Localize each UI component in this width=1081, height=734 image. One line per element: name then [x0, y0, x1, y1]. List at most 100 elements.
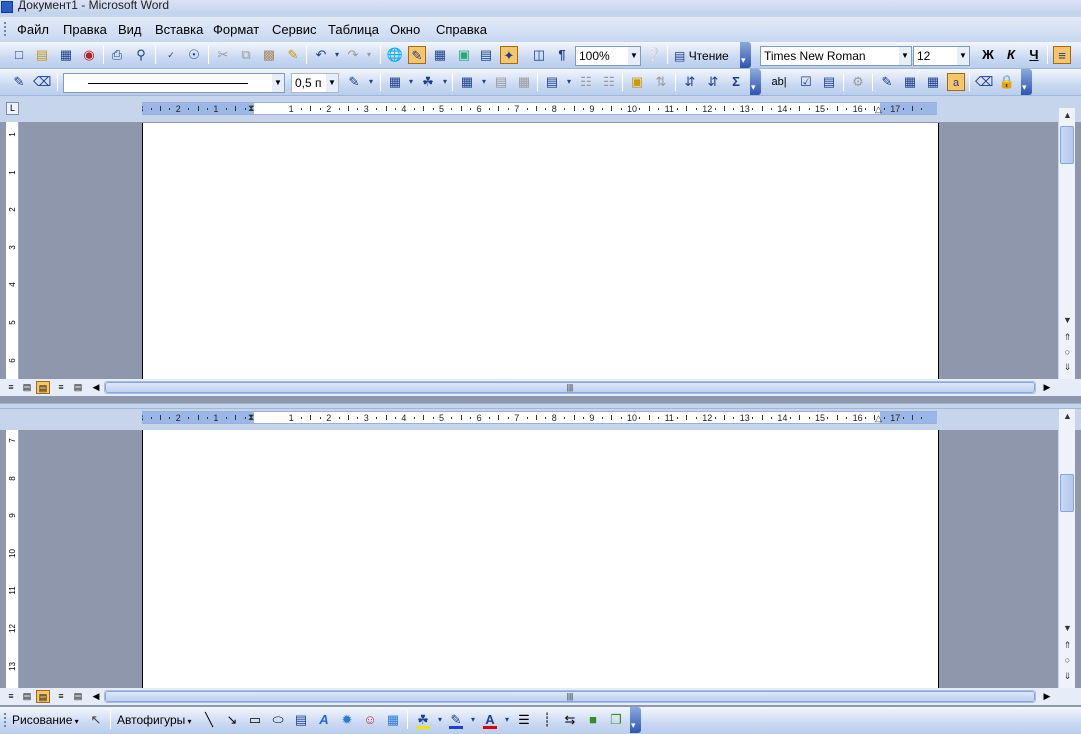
toolbar-options-chevron[interactable] [630, 707, 641, 733]
print-preview-icon[interactable]: ⚲ [132, 46, 150, 64]
italic-button[interactable]: К [1002, 46, 1020, 64]
split-cells-icon[interactable]: ▦ [515, 73, 533, 91]
chevron-down-icon[interactable]: ▾ [402, 73, 420, 91]
autosum-button[interactable]: Σ [727, 73, 745, 91]
menu-grip[interactable] [4, 22, 7, 36]
clip-art-icon[interactable]: ☺ [361, 711, 379, 729]
text-box-icon[interactable]: ▤ [292, 711, 310, 729]
hyperlink-icon[interactable]: 🌐 [386, 46, 404, 64]
chevron-down-icon[interactable]: ▾ [475, 73, 493, 91]
chevron-down-icon[interactable]: ▾ [464, 711, 482, 729]
draw-table-form-icon[interactable]: ✎ [878, 73, 896, 91]
chevron-down-icon[interactable]: ▾ [560, 73, 578, 91]
scroll-down-icon[interactable]: ▼ [1059, 621, 1076, 635]
menu-format[interactable]: Формат [213, 22, 259, 37]
distribute-columns-icon[interactable]: ☷ [600, 73, 618, 91]
new-icon[interactable]: □ [10, 46, 28, 64]
web-view-icon[interactable]: ▤ [20, 690, 34, 703]
indent-marker-icon[interactable]: ⧗ [248, 103, 254, 113]
scroll-right-icon[interactable]: ▶ [1040, 381, 1054, 394]
horizontal-scroll-thumb[interactable]: ||| [105, 691, 1035, 702]
text-direction-icon[interactable]: ⇅ [652, 73, 670, 91]
horizontal-ruler-top[interactable]: 3211234567891011121314151617⧗△ [142, 102, 937, 115]
menu-edit[interactable]: Правка [63, 22, 107, 37]
help-icon[interactable]: ❔ [645, 46, 663, 64]
toolbar-options-chevron[interactable] [1021, 69, 1032, 95]
web-view-icon[interactable]: ▤ [20, 381, 34, 394]
open-icon[interactable]: ▤ [33, 46, 51, 64]
right-indent-marker-icon[interactable]: △ [875, 104, 882, 114]
line-icon[interactable]: ╲ [200, 711, 218, 729]
copy-icon[interactable]: ⧉ [237, 46, 255, 64]
scroll-down-icon[interactable]: ▼ [1059, 313, 1076, 327]
text-form-field-button[interactable]: ab| [770, 73, 788, 91]
spelling-icon[interactable]: ✓ [162, 46, 180, 64]
draw-menu-button[interactable]: Рисование ▾ [12, 710, 79, 730]
vertical-scrollbar-bottom[interactable]: ▲ ▼ ⇑ ○ ⇓ [1058, 409, 1075, 688]
normal-view-icon[interactable]: ≡ [4, 381, 18, 394]
scroll-left-icon[interactable]: ◀ [89, 381, 103, 394]
chevron-down-icon[interactable]: ▼ [899, 47, 911, 65]
distribute-rows-icon[interactable]: ☷ [577, 73, 595, 91]
chevron-down-icon[interactable]: ▾ [498, 711, 516, 729]
document-page-top[interactable] [142, 123, 939, 379]
paste-icon[interactable]: ▩ [260, 46, 278, 64]
browse-object-icon[interactable]: ○ [1059, 653, 1076, 667]
menu-insert[interactable]: Вставка [155, 22, 203, 37]
document-map-icon[interactable]: ◫ [530, 46, 548, 64]
scroll-right-icon[interactable]: ▶ [1040, 690, 1054, 703]
toolbar-grip[interactable] [4, 713, 7, 727]
print-layout-icon[interactable]: ▤ [36, 690, 50, 703]
select-objects-icon[interactable]: ↖ [87, 711, 105, 729]
line-style-combo[interactable]: ▼ [63, 73, 285, 93]
format-painter-icon[interactable]: ✎ [284, 46, 302, 64]
border-color-icon[interactable]: ✎ [345, 73, 363, 91]
insert-excel-icon[interactable]: ▣ [455, 46, 473, 64]
bold-button[interactable]: Ж [979, 46, 997, 64]
scroll-up-icon[interactable]: ▲ [1059, 108, 1076, 122]
vertical-scrollbar-top[interactable]: ▲ ▼ ⇑ ○ ⇓ [1058, 108, 1075, 379]
permission-icon[interactable]: ◉ [80, 46, 98, 64]
horizontal-scrollbar-top[interactable]: ||| [104, 381, 1036, 394]
menu-file[interactable]: Файл [17, 22, 49, 37]
sort-ascending-icon[interactable]: ⇵ [681, 73, 699, 91]
wordart-icon[interactable]: A [315, 711, 333, 729]
next-page-icon[interactable]: ⇓ [1059, 360, 1076, 374]
reading-view-icon[interactable]: ▤ [71, 381, 85, 394]
print-icon[interactable]: ⎙ [108, 46, 126, 64]
normal-view-icon[interactable]: ≡ [4, 690, 18, 703]
sort-descending-icon[interactable]: ⇵ [704, 73, 722, 91]
outline-view-icon[interactable]: ≡ [54, 381, 68, 394]
toolbar-options-chevron[interactable] [740, 42, 751, 68]
menu-view[interactable]: Вид [118, 22, 142, 37]
insert-picture-icon[interactable]: ▦ [384, 711, 402, 729]
insert-table-form-icon[interactable]: ▦ [901, 73, 919, 91]
insert-frame-icon[interactable]: ▦ [924, 73, 942, 91]
redo-dropdown-icon[interactable]: ▾ [360, 46, 378, 64]
reading-mode-button[interactable]: ▤ Чтение [674, 46, 736, 66]
print-layout-icon[interactable]: ▤ [36, 381, 50, 394]
vertical-ruler-top[interactable]: 1 1 2 3 4 5 6 [6, 122, 19, 379]
scroll-thumb[interactable] [1060, 126, 1074, 164]
save-icon[interactable]: ▦ [57, 46, 75, 64]
chevron-down-icon[interactable]: ▼ [957, 47, 969, 65]
horizontal-ruler-bottom[interactable]: 3211234567891011121314151617⧗△ [142, 411, 937, 424]
merge-cells-icon[interactable]: ▤ [492, 73, 510, 91]
chevron-down-icon[interactable]: ▼ [628, 47, 640, 65]
toolbar-options-chevron[interactable] [750, 69, 761, 95]
columns-icon[interactable]: ▤ [477, 46, 495, 64]
chevron-down-icon[interactable]: ▼ [272, 74, 284, 92]
previous-page-icon[interactable]: ⇑ [1059, 330, 1076, 344]
chevron-down-icon[interactable]: ▼ [326, 74, 338, 92]
dash-style-icon[interactable]: ┊ [538, 711, 556, 729]
next-page-icon[interactable]: ⇓ [1059, 669, 1076, 683]
form-field-shading-icon[interactable]: a [947, 73, 965, 91]
insert-table-icon[interactable]: ▦ [458, 73, 476, 91]
outline-view-icon[interactable]: ≡ [54, 690, 68, 703]
autoshapes-button[interactable]: Автофигуры ▾ [117, 710, 192, 730]
scroll-up-icon[interactable]: ▲ [1059, 409, 1076, 423]
horizontal-scroll-thumb[interactable]: ||| [105, 382, 1035, 393]
align-cell-icon[interactable]: ▤ [543, 73, 561, 91]
arrow-style-icon[interactable]: ⇆ [561, 711, 579, 729]
field-options-icon[interactable]: ⚙ [849, 73, 867, 91]
